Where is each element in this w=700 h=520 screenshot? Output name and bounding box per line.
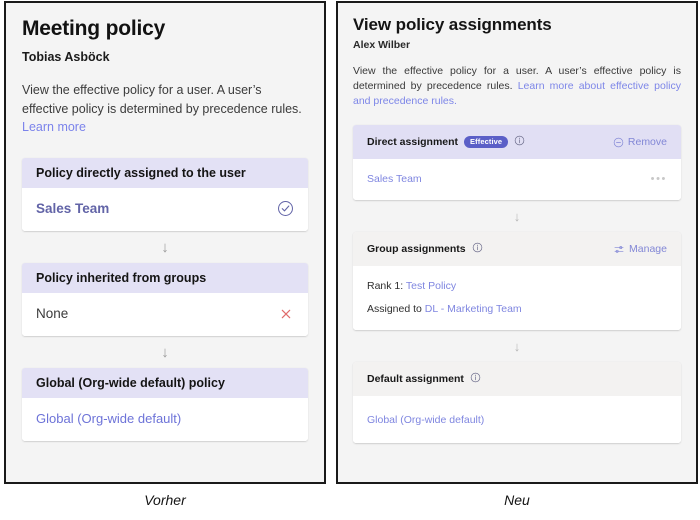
- rank-line: Rank 1: Test Policy: [367, 280, 667, 292]
- description-text-new: View the effective policy for a user. A …: [353, 64, 681, 109]
- group-inherited-card: Policy inherited from groups None: [22, 262, 308, 336]
- direct-assignment-card-new: Direct assignment Effective Remove Sales…: [353, 125, 681, 200]
- new-experience-panel: View policy assignments Alex Wilber View…: [336, 1, 698, 484]
- header-left-group-2: Group assignments: [367, 240, 483, 258]
- header-left-group-3: Default assignment: [367, 370, 481, 388]
- caption-before: Vorher: [144, 492, 186, 508]
- policy-link-sales-team[interactable]: Sales Team: [367, 173, 422, 185]
- card-body-group: Rank 1: Test Policy Assigned to DL - Mar…: [353, 266, 681, 330]
- rank-prefix: Rank 1:: [367, 280, 406, 292]
- caption-after: Neu: [504, 492, 530, 508]
- page-title: Meeting policy: [22, 17, 166, 40]
- user-name: Tobias Asböck: [22, 50, 110, 64]
- policy-link-global-default[interactable]: Global (Org-wide default): [367, 414, 484, 426]
- policy-row-direct: Sales Team •••: [367, 173, 667, 185]
- close-x-icon: [278, 306, 294, 322]
- old-experience-panel: Meeting policy Tobias Asböck View the ef…: [4, 1, 326, 484]
- card-header-inherited: Policy inherited from groups: [22, 262, 308, 293]
- policy-link-test-policy[interactable]: Test Policy: [406, 280, 456, 292]
- comparison-figure: Meeting policy Tobias Asböck View the ef…: [0, 0, 700, 520]
- header-left-group: Direct assignment Effective: [367, 133, 525, 151]
- user-name-new: Alex Wilber: [353, 39, 411, 51]
- header-title-group: Group assignments: [367, 243, 466, 255]
- header-title-direct: Direct assignment: [367, 136, 459, 148]
- card-header-direct: Policy directly assigned to the user: [22, 157, 308, 188]
- policy-value-global[interactable]: Global (Org-wide default): [36, 411, 181, 426]
- card-header-direct-new: Direct assignment Effective Remove: [353, 125, 681, 159]
- flow-arrow-new-1: ↓: [513, 209, 521, 224]
- card-header-group: Group assignments Manage: [353, 232, 681, 266]
- card-body-default: Global (Org-wide default): [353, 396, 681, 443]
- more-horizontal-icon[interactable]: •••: [651, 174, 667, 185]
- info-circle-icon[interactable]: [472, 240, 483, 258]
- remove-button[interactable]: Remove: [613, 136, 667, 148]
- policy-value-direct[interactable]: Sales Team: [36, 201, 109, 216]
- card-body-inherited: None: [22, 292, 308, 336]
- card-header-global: Global (Org-wide default) policy: [22, 367, 308, 398]
- card-body-global: Global (Org-wide default): [22, 397, 308, 441]
- policy-value-inherited: None: [36, 306, 69, 321]
- header-title-default: Default assignment: [367, 373, 464, 385]
- assigned-line: Assigned to DL - Marketing Team: [367, 303, 667, 315]
- status-badge-effective: Effective: [464, 135, 509, 149]
- card-body-direct: Sales Team: [22, 187, 308, 231]
- learn-more-link[interactable]: Learn more: [22, 120, 86, 134]
- manage-button[interactable]: Manage: [613, 243, 667, 255]
- new-panel-content: View policy assignments Alex Wilber View…: [338, 3, 696, 443]
- description-text: View the effective policy for a user. A …: [22, 81, 308, 137]
- flow-arrow-new-2: ↓: [513, 339, 521, 354]
- description-body: View the effective policy for a user. A …: [22, 83, 302, 116]
- manage-label: Manage: [629, 243, 667, 255]
- minus-circle-icon: [613, 137, 624, 148]
- info-circle-icon[interactable]: [470, 370, 481, 388]
- group-link-marketing-team[interactable]: DL - Marketing Team: [425, 303, 522, 315]
- default-assignment-card: Default assignment Global (Org-wide defa…: [353, 362, 681, 443]
- info-circle-icon[interactable]: [514, 133, 525, 151]
- card-body-direct-new: Sales Team •••: [353, 159, 681, 200]
- group-assignments-card: Group assignments Manage Rank 1: Test Po…: [353, 232, 681, 330]
- flow-arrow-2: ↓: [161, 343, 169, 361]
- card-header-default: Default assignment: [353, 362, 681, 396]
- remove-label: Remove: [627, 136, 667, 148]
- settings-sliders-icon: [613, 244, 625, 255]
- flow-arrow-1: ↓: [161, 238, 169, 256]
- page-title-new: View policy assignments: [353, 15, 552, 34]
- assigned-prefix: Assigned to: [367, 303, 425, 315]
- check-circle-icon: [277, 200, 294, 217]
- global-default-card: Global (Org-wide default) policy Global …: [22, 367, 308, 441]
- direct-assignment-card: Policy directly assigned to the user Sal…: [22, 157, 308, 231]
- old-panel-content: Meeting policy Tobias Asböck View the ef…: [6, 3, 324, 441]
